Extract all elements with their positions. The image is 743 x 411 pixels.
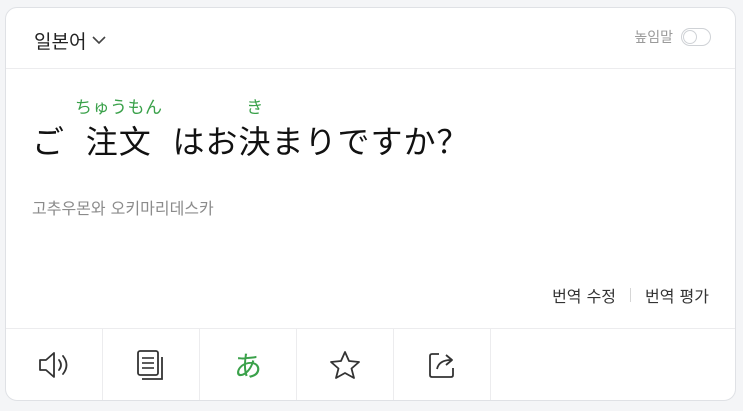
sentence-segment: ご <box>32 96 65 164</box>
furigana-text: き <box>246 98 264 118</box>
chevron-down-icon <box>92 36 107 45</box>
sentence-text: 注文 <box>85 123 152 161</box>
bottom-toolbar: あ <box>6 328 735 400</box>
language-selector[interactable]: 일본어 <box>34 26 107 54</box>
sentence-segment: ちゅうもん 注文 <box>75 96 163 164</box>
sentence-text: はお <box>172 123 239 161</box>
pronunciation-text: 고추우몬와 오키마리데스카 <box>32 199 214 218</box>
favorite-button[interactable] <box>297 329 394 400</box>
card-header: 일본어 높임말 <box>6 8 735 69</box>
sentence-segment: き決 <box>239 96 272 164</box>
translation-actions: 번역 수정 번역 평가 <box>552 283 709 307</box>
translation-card: 일본어 높임말 ごちゅうもん注文 はおき決まりですか？ 고추우몬와 오키마리데스카… <box>5 7 736 401</box>
edit-translation-link[interactable]: 번역 수정 <box>552 283 616 307</box>
toggle-knob <box>683 30 697 44</box>
copy-icon <box>137 349 163 380</box>
share-icon <box>429 352 454 378</box>
sentence-segment: まりですか？ <box>272 96 470 164</box>
kana-icon: あ <box>233 349 262 383</box>
language-label: 일본어 <box>34 30 87 53</box>
translated-sentence: ごちゅうもん注文 はおき決まりですか？ <box>32 96 470 164</box>
sentence-text: まりですか？ <box>271 123 470 161</box>
honorific-toggle-group: 높임말 <box>634 27 711 47</box>
furigana-text: ちゅうもん <box>75 98 163 118</box>
honorific-toggle[interactable] <box>681 28 711 46</box>
actions-divider <box>630 288 632 302</box>
copy-button[interactable] <box>103 329 200 400</box>
listen-button[interactable] <box>6 329 103 400</box>
star-icon <box>330 350 360 379</box>
sentence-text: ご <box>32 123 66 161</box>
honorific-label: 높임말 <box>634 30 673 46</box>
speaker-icon <box>39 351 68 378</box>
sentence-segment: はお <box>173 96 239 164</box>
sentence-text: 決 <box>238 123 272 161</box>
share-button[interactable] <box>394 329 491 400</box>
rate-translation-link[interactable]: 번역 평가 <box>645 283 709 307</box>
kana-button[interactable]: あ <box>200 329 297 400</box>
